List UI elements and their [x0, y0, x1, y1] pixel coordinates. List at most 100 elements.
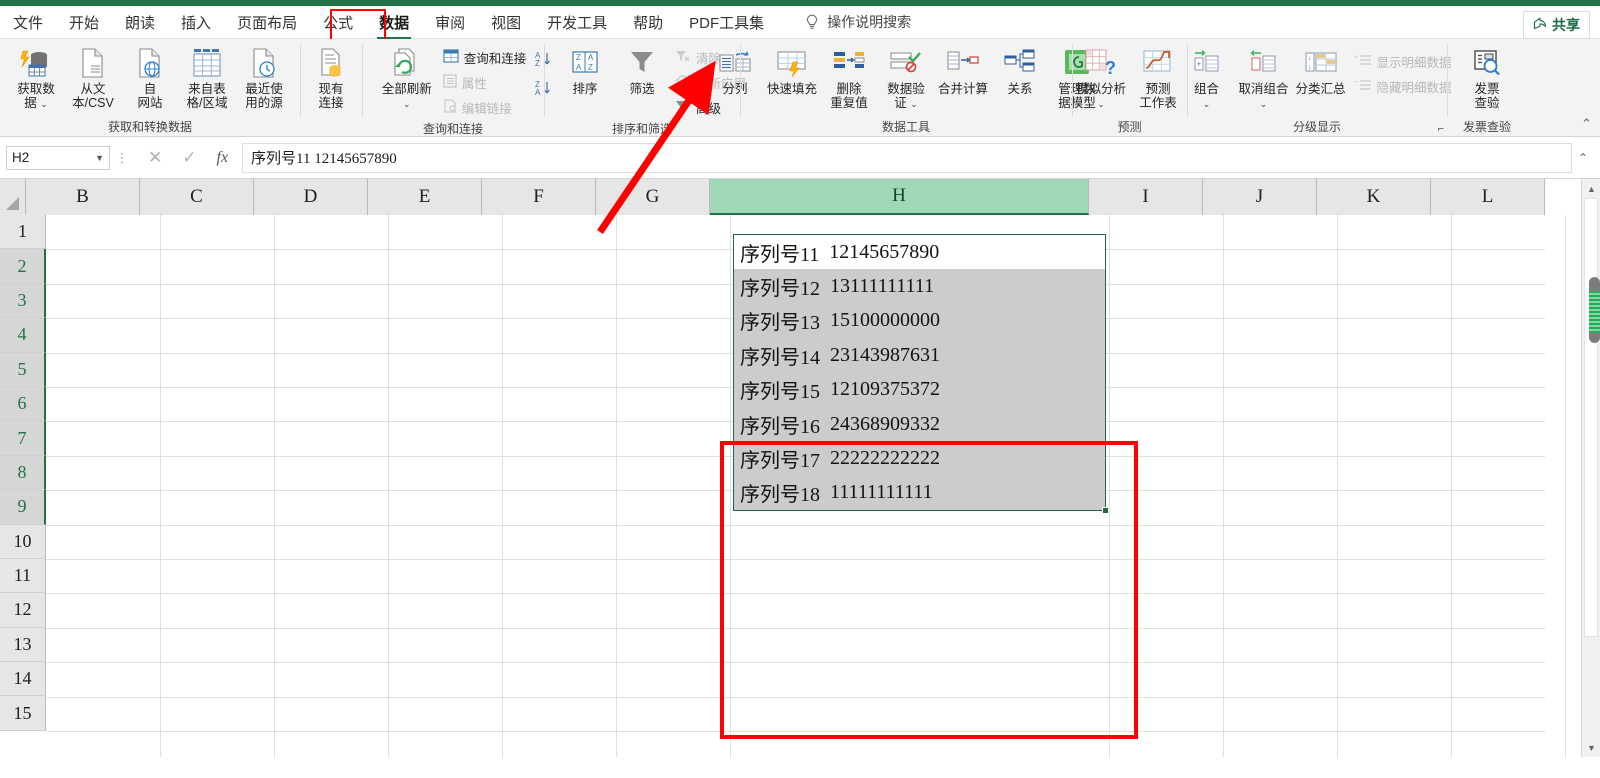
- row-header-8[interactable]: 8: [0, 455, 46, 491]
- from-table-range-button[interactable]: 来自表 格/区域: [179, 44, 235, 112]
- column-header-I[interactable]: I: [1089, 179, 1203, 215]
- column-header-E[interactable]: E: [368, 179, 482, 215]
- column-header-F[interactable]: F: [482, 179, 596, 215]
- cell-text-prefix: 序列号16: [740, 415, 820, 438]
- ribbon-tab-11[interactable]: PDF工具集: [678, 7, 775, 38]
- row-header-4[interactable]: 4: [0, 318, 46, 353]
- column-header-B[interactable]: B: [26, 179, 140, 215]
- row-header-7[interactable]: 7: [0, 421, 46, 456]
- selection-block[interactable]: 序列号11 12145657890 序列号12 13111111111 序列号13 151…: [733, 234, 1106, 511]
- formula-bar: H2 ▼ ⋮ ✕ ✓ fx 序列号11 12145657890 ⌃: [0, 137, 1600, 179]
- ribbon-tab-2[interactable]: 朗读: [114, 7, 166, 38]
- queries-connections-button[interactable]: 查询和连接: [439, 46, 531, 69]
- column-header-C[interactable]: C: [140, 179, 254, 215]
- group-button[interactable]: + 组合 ⌄: [1179, 44, 1235, 112]
- vertical-scrollbar[interactable]: ▲ ▼: [1581, 179, 1600, 757]
- outline-dialog-launcher[interactable]: ⌐: [1438, 123, 1444, 135]
- column-header-K[interactable]: K: [1317, 179, 1431, 215]
- insert-function-icon[interactable]: fx: [217, 149, 229, 167]
- hide-detail-button[interactable]: − 隐藏明细数据: [1350, 75, 1456, 98]
- cell-area: 序列号11 12145657890 序列号12 13111111111 序列号13 151…: [46, 215, 1566, 757]
- row-header-12[interactable]: 12: [0, 593, 46, 628]
- row-header-11[interactable]: 11: [0, 558, 46, 594]
- subtotal-button[interactable]: ↓ ↓ 分类汇总: [1293, 44, 1349, 98]
- row-header-2[interactable]: 2: [0, 249, 46, 284]
- fill-handle[interactable]: [1102, 507, 1109, 514]
- existing-connections-button[interactable]: 现有 连接: [303, 44, 359, 112]
- sort-ascending-icon[interactable]: A Z: [534, 50, 556, 73]
- cell-H9[interactable]: 序列号18 11111111111: [734, 475, 1105, 511]
- column-header-D[interactable]: D: [254, 179, 368, 215]
- ribbon-tab-0[interactable]: 文件: [2, 7, 54, 38]
- ribbon-tab-5[interactable]: 公式: [312, 7, 364, 38]
- share-button[interactable]: 共享: [1523, 11, 1590, 39]
- from-text-csv-button[interactable]: 从文 本/CSV: [65, 44, 121, 112]
- properties-button[interactable]: 属性: [439, 71, 531, 94]
- cell-H8[interactable]: 序列号17 22222222222: [734, 441, 1105, 476]
- formula-bar-expand-button[interactable]: ⌃: [1572, 151, 1594, 165]
- data-validation-label: 数据验证 ⌄: [887, 82, 925, 110]
- ribbon-tab-6[interactable]: 数据: [368, 7, 420, 40]
- cell-H4[interactable]: 序列号13 15100000000: [734, 303, 1105, 339]
- remove-duplicates-button[interactable]: 删除 重复值: [821, 44, 877, 112]
- from-web-button[interactable]: 自网站: [122, 44, 178, 112]
- row-header-3[interactable]: 3: [0, 283, 46, 319]
- what-if-analysis-button[interactable]: ? 模拟分析 ⌄: [1073, 44, 1129, 112]
- show-detail-button[interactable]: + 显示明细数据: [1350, 50, 1456, 73]
- ribbon-tab-3[interactable]: 插入: [170, 7, 222, 38]
- chevron-down-icon[interactable]: ▼: [95, 153, 104, 163]
- cell-H6[interactable]: 序列号15 12109375372: [734, 372, 1105, 407]
- scrollbar-thumb[interactable]: [1589, 277, 1600, 343]
- row-header-14[interactable]: 14: [0, 662, 46, 697]
- ribbon-tab-1[interactable]: 开始: [58, 7, 110, 38]
- ribbon-tab-4[interactable]: 页面布局: [226, 7, 308, 38]
- ribbon-tab-9[interactable]: 开发工具: [536, 7, 618, 38]
- confirm-icon[interactable]: ✓: [182, 148, 196, 168]
- row-header-15[interactable]: 15: [0, 696, 46, 731]
- ribbon-collapse-button[interactable]: ⌃: [1581, 116, 1592, 132]
- row-header-9[interactable]: 9: [0, 490, 46, 525]
- formula-input[interactable]: 序列号11 12145657890: [242, 142, 1572, 173]
- grid-line-vertical: [616, 215, 617, 757]
- relationships-button[interactable]: 关系: [992, 44, 1048, 98]
- scrollbar-track[interactable]: [1584, 198, 1600, 637]
- scroll-down-button[interactable]: ▼: [1582, 738, 1600, 757]
- cancel-icon[interactable]: ✕: [148, 148, 162, 168]
- column-header-G[interactable]: G: [596, 179, 710, 215]
- edit-links-button[interactable]: 编辑链接: [439, 96, 531, 119]
- ribbon-tab-8[interactable]: 视图: [480, 7, 532, 38]
- recent-sources-button[interactable]: 最近使 用的源: [236, 44, 292, 112]
- row-header-13[interactable]: 13: [0, 627, 46, 663]
- select-all-corner[interactable]: [0, 179, 26, 215]
- cell-H3[interactable]: 序列号12 13111111111: [734, 269, 1105, 304]
- svg-text:A: A: [535, 88, 541, 97]
- column-header-J[interactable]: J: [1203, 179, 1317, 215]
- column-header-H[interactable]: H: [710, 179, 1089, 215]
- flash-fill-button[interactable]: 快速填充: [764, 44, 820, 98]
- ungroup-button[interactable]: 取消组合 ⌄: [1236, 44, 1292, 112]
- tell-me-search[interactable]: 操作说明搜索: [805, 12, 911, 32]
- data-validation-button[interactable]: 数据验证 ⌄: [878, 44, 934, 112]
- sort-descending-icon[interactable]: Z A: [534, 79, 556, 102]
- cell-H7[interactable]: 序列号16 24368909332: [734, 406, 1105, 442]
- row-header-6[interactable]: 6: [0, 386, 46, 422]
- cell-H2[interactable]: 序列号11 12145657890: [734, 235, 1105, 270]
- consolidate-button[interactable]: 合并计算: [935, 44, 991, 98]
- scroll-up-button[interactable]: ▲: [1582, 179, 1600, 198]
- invoice-check-button[interactable]: 发票 查验: [1459, 44, 1515, 112]
- row-header-1[interactable]: 1: [0, 215, 46, 250]
- ribbon-tab-7[interactable]: 审阅: [424, 7, 476, 38]
- filter-button[interactable]: 筛选: [614, 44, 670, 98]
- cell-H5[interactable]: 序列号14 23143987631: [734, 338, 1105, 373]
- ribbon-tab-10[interactable]: 帮助: [622, 7, 674, 38]
- get-data-button[interactable]: 获取数据 ⌄: [8, 44, 64, 112]
- text-to-columns-button[interactable]: 分列: [707, 44, 763, 98]
- name-box[interactable]: H2 ▼: [6, 145, 110, 170]
- subtotal-icon: ↓ ↓: [1304, 46, 1338, 80]
- column-header-L[interactable]: L: [1431, 179, 1545, 215]
- ribbon-group-existing-connections: 现有 连接: [300, 39, 362, 136]
- row-header-10[interactable]: 10: [0, 524, 46, 559]
- row-header-5[interactable]: 5: [0, 352, 46, 387]
- sort-button[interactable]: Z A A Z 排序: [557, 44, 613, 98]
- refresh-all-button[interactable]: 全部刷新 ⌄: [376, 44, 438, 112]
